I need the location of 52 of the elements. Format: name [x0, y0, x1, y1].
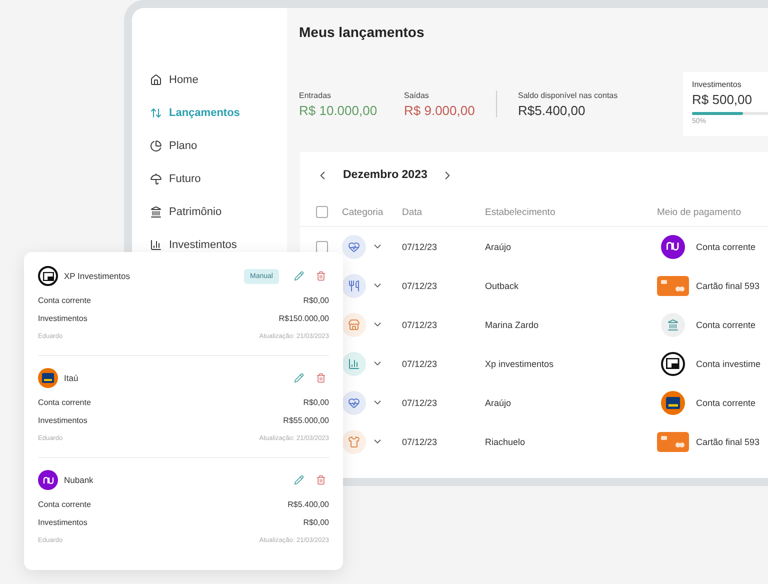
balance-value: R$0,00 — [303, 296, 329, 304]
sidebar-item[interactable]: Plano — [150, 136, 287, 156]
balance-label: Conta corrente — [38, 398, 91, 406]
balance-label: Conta corrente — [38, 296, 91, 304]
balance-label: Investimentos — [38, 416, 88, 424]
table-cell-text: 07/12/23 — [402, 436, 438, 446]
account-name: Itaú — [64, 373, 80, 383]
column-header: Meio de pagamento — [657, 206, 742, 218]
summary-value: R$5.400,00 — [518, 102, 586, 118]
balance-label: Investimentos — [38, 314, 88, 322]
account-name: XP Investimentos — [64, 271, 131, 281]
table-cell: Cartão final 593 — [696, 436, 760, 446]
table-cell-text: 07/12/23 — [402, 398, 438, 408]
column-header: Data — [402, 206, 424, 218]
table-cell-text: 07/12/23 — [402, 358, 438, 368]
table-cell: Conta corrente — [696, 242, 756, 252]
balance-value: R$150.000,00 — [278, 314, 329, 322]
summary-value: R$ 9.000,00 — [404, 102, 476, 118]
summary-label: Saldo disponível nas contas — [518, 90, 619, 100]
table-cell-text: Araújo — [485, 242, 512, 252]
balance-value: R$5.400,00 — [288, 500, 329, 508]
goal-value: R$ 500,00 — [692, 92, 753, 107]
sidebar-item[interactable]: Futuro — [150, 169, 287, 189]
table-cell: Conta corrente — [696, 320, 756, 330]
summary-label: Entradas — [299, 90, 332, 100]
table-cell-text: 07/12/23 — [402, 320, 438, 330]
table-cell-text: Riachuelo — [485, 436, 526, 446]
sidebar-item[interactable]: Investimentos — [150, 235, 287, 255]
goal-label: Investimentos — [692, 80, 742, 89]
table-cell: Conta investime — [696, 358, 761, 368]
summary-value: R$ 10.000,00 — [299, 102, 378, 118]
balance-value: R$55.000,00 — [283, 416, 329, 424]
table-cell: Cartão final 593 — [696, 280, 760, 290]
column-header: Estabelecimento — [485, 206, 556, 218]
table-cell: Conta corrente — [696, 398, 756, 408]
balance-label: Conta corrente — [38, 500, 91, 508]
table-cell-text: Araújo — [485, 398, 512, 408]
month-label: Dezembro 2023 — [343, 169, 428, 181]
column-header: Categoria — [342, 206, 384, 218]
table-cell-text: 07/12/23 — [402, 280, 438, 290]
table-cell-text: 07/12/23 — [402, 242, 438, 252]
balance-value: R$0,00 — [303, 398, 329, 406]
sidebar-item[interactable]: Patrimônio — [150, 202, 287, 222]
account-name: Nubank — [64, 475, 94, 485]
table-cell-text: Xp investimentos — [485, 358, 555, 368]
summary-label: Saídas — [404, 90, 430, 100]
table-cell-text: Outback — [485, 280, 520, 290]
balance-value: R$0,00 — [303, 518, 329, 526]
sidebar-item[interactable]: Home — [150, 70, 287, 90]
page-title: Meus lançamentos — [299, 24, 426, 42]
table-cell-text: Marina Zardo — [485, 320, 540, 330]
balance-label: Investimentos — [38, 518, 88, 526]
